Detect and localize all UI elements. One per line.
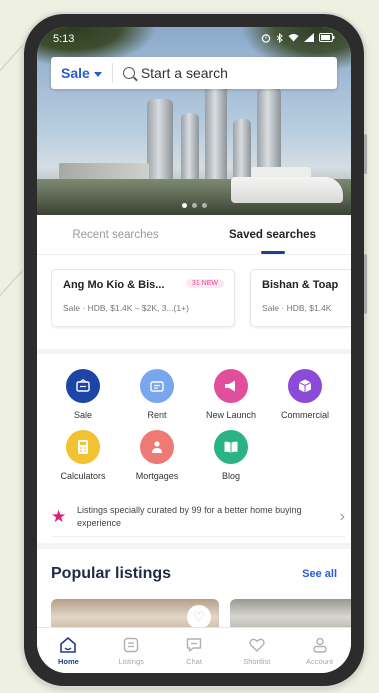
megaphone-icon: [214, 369, 248, 403]
calculator-icon: [66, 430, 100, 464]
star-icon: ★: [51, 506, 67, 526]
chat-icon: [185, 636, 203, 654]
search-tabs: Recent searches Saved searches: [37, 215, 351, 255]
listing-card-image[interactable]: ♡: [51, 599, 219, 629]
hero-yacht: [231, 177, 343, 203]
carousel-dots: [37, 203, 351, 208]
sale-icon: [66, 369, 100, 403]
quick-action-label: Calculators: [60, 471, 106, 481]
listings-icon: [122, 636, 140, 654]
phone-frame: 5:13 Sale Start a search Recent searches…: [24, 14, 367, 686]
status-bar: 5:13: [37, 27, 351, 51]
nav-label: Chat: [186, 656, 202, 666]
heart-icon: [248, 636, 266, 654]
volume-button: [364, 254, 367, 314]
hero-tower: [205, 81, 227, 185]
saved-search-card[interactable]: Bishan & Toap Sale · HDB, $1.4K: [250, 269, 351, 327]
curated-listings-banner[interactable]: ★ Listings specially curated by 99 for a…: [51, 497, 345, 537]
chevron-right-icon: ›: [339, 507, 345, 525]
status-icons: [261, 32, 335, 46]
status-time: 5:13: [53, 33, 75, 45]
section-divider: [37, 349, 351, 354]
hero-banner[interactable]: 5:13 Sale Start a search: [37, 27, 351, 215]
alarm-icon: [261, 33, 271, 46]
quick-action-blog[interactable]: Blog: [195, 430, 267, 481]
quick-action-label: Rent: [147, 410, 167, 420]
popular-listings-title: Popular listings: [51, 565, 172, 582]
rent-icon: [140, 369, 174, 403]
battery-icon: [319, 33, 335, 45]
bottom-navigation: Home Listings Chat Shortlist Account: [37, 627, 351, 673]
home-icon: [59, 636, 77, 654]
power-button: [364, 134, 367, 174]
nav-chat[interactable]: Chat: [163, 628, 226, 673]
tab-saved-searches[interactable]: Saved searches: [194, 215, 351, 254]
listing-card-image[interactable]: [230, 599, 351, 629]
quick-action-rent[interactable]: Rent: [121, 369, 193, 420]
saved-search-subtitle: Sale · HDB, $1.4K – $2K, 3...(1+): [63, 303, 189, 313]
quick-action-mortgages[interactable]: Mortgages: [121, 430, 193, 481]
listing-type-label: Sale: [61, 65, 90, 81]
saved-search-subtitle: Sale · HDB, $1.4K: [262, 303, 332, 313]
book-icon: [214, 430, 248, 464]
app-screen: 5:13 Sale Start a search Recent searches…: [37, 27, 351, 673]
hero-tower: [181, 113, 199, 185]
nav-shortlist[interactable]: Shortlist: [225, 628, 288, 673]
mortgage-icon: [140, 430, 174, 464]
quick-action-new-launch[interactable]: New Launch: [195, 369, 267, 420]
saved-search-card[interactable]: Ang Mo Kio & Bis... 31 NEW Sale · HDB, $…: [51, 269, 235, 327]
nav-account[interactable]: Account: [288, 628, 351, 673]
signal-icon: [304, 33, 314, 45]
quick-action-commercial[interactable]: Commercial: [269, 369, 341, 420]
carousel-dot[interactable]: [181, 203, 187, 208]
quick-action-sale[interactable]: Sale: [47, 369, 119, 420]
carousel-dot[interactable]: [201, 203, 207, 208]
saved-searches-list: Ang Mo Kio & Bis... 31 NEW Sale · HDB, $…: [51, 269, 351, 329]
saved-search-title: Bishan & Toap: [262, 279, 339, 291]
account-icon: [311, 636, 329, 654]
nav-label: Home: [57, 656, 79, 666]
bluetooth-icon: [276, 32, 283, 46]
quick-actions: Sale Rent New Launch Commercial Calculat…: [37, 369, 351, 491]
hero-tower: [147, 99, 173, 185]
listing-type-dropdown[interactable]: Sale: [51, 63, 113, 83]
popular-listings-header: Popular listings See all: [51, 565, 337, 583]
search-bar[interactable]: Sale: [51, 57, 337, 89]
nav-label: Shortlist: [243, 656, 271, 666]
quick-action-label: Sale: [73, 410, 92, 420]
nav-listings[interactable]: Listings: [100, 628, 163, 673]
see-all-link[interactable]: See all: [302, 568, 337, 580]
quick-action-label: Commercial: [280, 410, 329, 420]
nav-home[interactable]: Home: [37, 628, 100, 673]
curated-text: Listings specially curated by 99 for a b…: [77, 504, 302, 528]
wifi-icon: [288, 33, 299, 45]
cube-icon: [288, 369, 322, 403]
nav-label: Account: [306, 656, 334, 666]
hero-tower: [233, 119, 251, 185]
nav-label: Listings: [118, 656, 144, 666]
new-count-badge: 31 NEW: [185, 279, 224, 288]
quick-action-calculators[interactable]: Calculators: [47, 430, 119, 481]
quick-action-spacer: [269, 430, 341, 481]
quick-action-label: Blog: [221, 471, 240, 481]
caret-down-icon: [93, 65, 102, 81]
section-divider: [37, 543, 351, 549]
search-input[interactable]: [134, 65, 337, 81]
shortlist-heart-button[interactable]: ♡: [187, 605, 211, 629]
quick-action-label: New Launch: [205, 410, 257, 420]
tab-recent-searches[interactable]: Recent searches: [37, 215, 194, 254]
carousel-dot[interactable]: [191, 203, 197, 208]
quick-action-label: Mortgages: [135, 471, 179, 481]
search-icon: [122, 67, 135, 79]
